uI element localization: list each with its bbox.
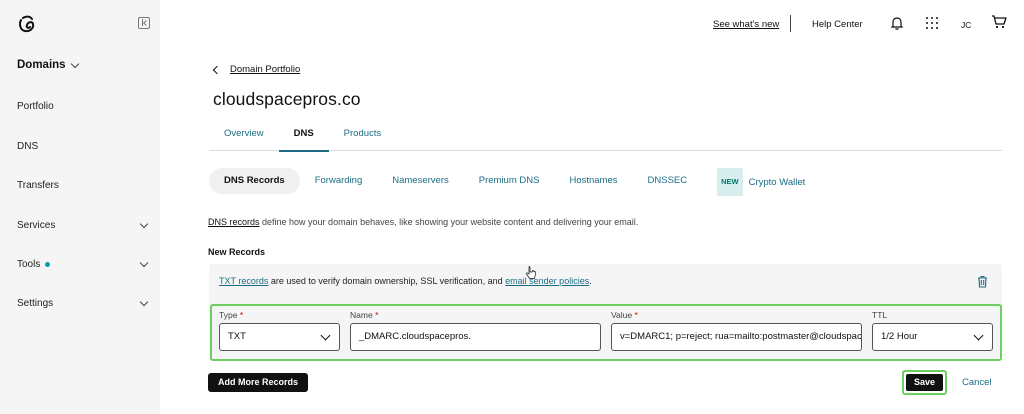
collapse-sidebar-icon[interactable]	[138, 17, 150, 29]
ttl-select[interactable]: 1/2 Hour	[872, 323, 993, 351]
save-highlight: Save	[902, 370, 947, 395]
top-bar: See what's new Help Center JC	[160, 0, 1024, 48]
cart-icon[interactable]	[991, 15, 1007, 29]
tab-bar: Overview DNS Products	[209, 124, 1002, 152]
sidebar-item-label: Portfolio	[17, 101, 54, 112]
subtab-forwarding[interactable]: Forwarding	[300, 168, 378, 194]
chevron-left-icon	[212, 65, 222, 74]
subtab-dnssec[interactable]: DNSSEC	[633, 168, 703, 194]
sidebar-item-label: Transfers	[17, 180, 59, 191]
subtab-crypto-wallet[interactable]: NEW Crypto Wallet	[702, 168, 820, 196]
chevron-down-icon	[139, 258, 149, 268]
sidebar-item-tools[interactable]: Tools	[17, 258, 151, 270]
name-label: Name *	[350, 310, 379, 320]
chevron-down-icon	[139, 297, 149, 307]
subtab-nameservers[interactable]: Nameservers	[377, 168, 464, 194]
save-button[interactable]: Save	[906, 374, 943, 391]
sidebar-item-portfolio[interactable]: Portfolio	[17, 101, 151, 112]
page-title: cloudspacepros.co	[213, 89, 361, 109]
divider	[790, 15, 791, 32]
type-label: Type *	[219, 310, 244, 320]
cancel-button[interactable]: Cancel	[962, 377, 992, 388]
description-text: define how your domain behaves, like sho…	[259, 217, 639, 227]
chevron-down-icon	[70, 59, 79, 68]
info-text: are used to verify domain ownership, SSL…	[268, 276, 506, 286]
breadcrumb[interactable]: Domain Portfolio	[212, 64, 300, 75]
dns-subtab-bar: DNS Records Forwarding Nameservers Premi…	[209, 168, 820, 196]
subtab-label: Crypto Wallet	[748, 177, 806, 188]
sidebar: Domains Portfolio DNS Transfers Services…	[0, 0, 160, 414]
new-badge: NEW	[717, 168, 743, 196]
dns-records-link[interactable]: DNS records	[208, 217, 260, 227]
info-end: .	[589, 276, 592, 286]
sidebar-item-label: Tools	[17, 259, 41, 270]
ttl-label: TTL	[872, 310, 888, 320]
sidebar-item-dns[interactable]: DNS	[17, 141, 151, 152]
tab-overview[interactable]: Overview	[209, 124, 279, 151]
trash-icon[interactable]	[977, 275, 988, 288]
value-input[interactable]: v=DMARC1; p=reject; rua=mailto:postmaste…	[611, 323, 862, 351]
value-label: Value *	[611, 310, 638, 320]
tab-products[interactable]: Products	[329, 124, 397, 151]
subtab-dns-records[interactable]: DNS Records	[209, 168, 300, 194]
apps-grid-icon[interactable]	[926, 17, 938, 29]
sidebar-item-transfers[interactable]: Transfers	[17, 180, 151, 191]
breadcrumb-link[interactable]: Domain Portfolio	[230, 64, 300, 75]
new-record-panel: TXT records are used to verify domain ow…	[209, 264, 1002, 361]
dns-description: DNS records define how your domain behav…	[208, 217, 638, 227]
sidebar-heading-domains[interactable]: Domains	[17, 59, 82, 71]
bell-icon[interactable]	[891, 16, 903, 30]
type-select[interactable]: TXT	[219, 323, 340, 351]
brand-logo-icon[interactable]	[17, 14, 37, 34]
sidebar-item-services[interactable]: Services	[17, 219, 151, 231]
subtab-hostnames[interactable]: Hostnames	[554, 168, 632, 194]
chevron-down-icon	[139, 219, 149, 229]
avatar[interactable]: JC	[961, 20, 971, 30]
sidebar-item-label: Services	[17, 220, 56, 231]
tab-dns[interactable]: DNS	[278, 124, 329, 152]
sidebar-item-settings[interactable]: Settings	[17, 297, 151, 309]
new-records-heading: New Records	[208, 247, 266, 257]
sidebar-heading-label: Domains	[17, 59, 66, 71]
hand-cursor-icon	[526, 266, 536, 279]
txt-records-link[interactable]: TXT records	[219, 276, 268, 286]
subtab-premium-dns[interactable]: Premium DNS	[464, 168, 555, 194]
sidebar-item-label: Settings	[17, 298, 54, 309]
notification-dot	[45, 261, 51, 267]
help-center-link[interactable]: Help Center	[812, 19, 863, 30]
sidebar-item-label: DNS	[17, 141, 39, 152]
email-sender-policies-link[interactable]: email sender policies	[505, 276, 589, 286]
name-input[interactable]: _DMARC.cloudspacepros.	[350, 323, 601, 351]
record-fields-row: Type * TXT Name * _DMARC.cloudspacepros.…	[210, 304, 1002, 361]
add-more-records-button[interactable]: Add More Records	[208, 373, 308, 392]
whats-new-link[interactable]: See what's new	[713, 19, 779, 30]
